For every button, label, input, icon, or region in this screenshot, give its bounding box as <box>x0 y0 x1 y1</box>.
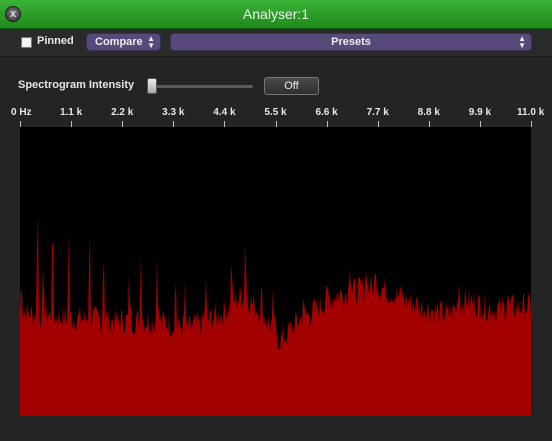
frequency-tick-label: 1.1 k <box>59 107 83 118</box>
spectrogram-intensity-slider[interactable] <box>147 85 253 88</box>
frequency-tick-label: 11.0 k <box>517 107 545 118</box>
frequency-tick-label: 7.7 k <box>366 107 389 118</box>
toolbar: Pinned Compare ▲ ▼ Presets ▲ ▼ <box>0 29 552 57</box>
frequency-tick-label: 9.9 k <box>468 107 492 118</box>
up-down-arrows-icon: ▲ ▼ <box>518 34 526 50</box>
compare-label: Compare <box>95 36 143 48</box>
frequency-tick-label: 4.4 k <box>213 107 236 118</box>
title-bar: x Analyser:1 <box>0 0 552 29</box>
frequency-tick-label: 0 Hz <box>11 107 32 118</box>
presets-popup[interactable]: Presets ▲ ▼ <box>170 33 532 51</box>
spectrum-plot <box>20 127 531 416</box>
presets-label: Presets <box>331 36 371 48</box>
off-button[interactable]: Off <box>264 77 319 95</box>
frequency-tick-label: 8.8 k <box>417 107 440 118</box>
compare-popup[interactable]: Compare ▲ ▼ <box>86 33 161 51</box>
spectrogram-intensity-label: Spectrogram Intensity <box>18 79 135 91</box>
slider-thumb[interactable] <box>147 78 157 94</box>
pinned-checkbox[interactable] <box>21 37 32 48</box>
spectrum-area <box>20 215 531 416</box>
up-down-arrows-icon: ▲ ▼ <box>147 34 155 50</box>
frequency-tick-mark <box>531 121 532 127</box>
spectrum-chart <box>20 215 531 416</box>
frequency-axis: 0 Hz 1.1 k 2.2 k 3.3 k 4.4 k 5.5 k 6.6 k 7.7 k 8… <box>0 105 552 127</box>
frequency-tick-label: 2.2 k <box>111 107 134 118</box>
window-title: Analyser:1 <box>242 6 310 22</box>
pinned-label[interactable]: Pinned <box>37 35 74 47</box>
frequency-tick-label: 5.5 k <box>264 107 287 118</box>
frequency-tick-label: 3.3 k <box>162 107 185 118</box>
frequency-tick-label: 6.6 k <box>315 107 338 118</box>
